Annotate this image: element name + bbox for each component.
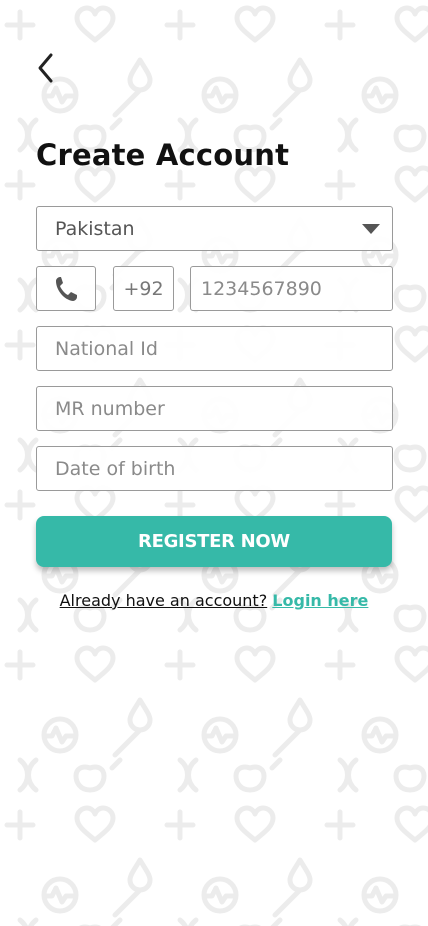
login-link[interactable]: Login here [272, 591, 368, 610]
mr-number-input[interactable] [37, 387, 392, 430]
country-code-field[interactable]: +92 [113, 266, 174, 311]
country-code-text: +92 [123, 277, 164, 300]
caret-down-icon [362, 224, 380, 234]
dob-field-wrapper [36, 446, 393, 491]
phone-number-input[interactable] [191, 267, 392, 310]
create-account-screen: Create Account Pakistan +92 REGISTER NOW… [0, 0, 428, 926]
country-select[interactable]: Pakistan [36, 206, 393, 251]
mr-number-field-wrapper [36, 386, 393, 431]
country-select-value: Pakistan [55, 217, 135, 240]
register-button[interactable]: REGISTER NOW [36, 516, 392, 567]
login-prompt: Already have an account? Login here [0, 591, 428, 610]
login-prompt-text: Already have an account? [59, 591, 268, 610]
chevron-left-icon [38, 53, 53, 83]
page-title: Create Account [36, 138, 290, 172]
phone-icon [56, 276, 77, 301]
phone-icon-box [36, 266, 96, 311]
national-id-input[interactable] [37, 327, 392, 370]
date-of-birth-input[interactable] [37, 447, 392, 490]
back-button[interactable] [30, 50, 60, 86]
national-id-field-wrapper [36, 326, 393, 371]
phone-number-field-wrapper [190, 266, 393, 311]
